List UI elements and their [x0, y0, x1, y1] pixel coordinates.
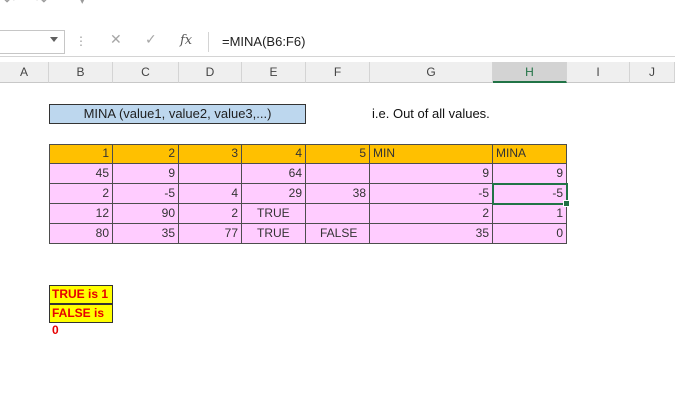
- min-result-cell[interactable]: 35: [370, 224, 493, 244]
- enter-icon[interactable]: ✓: [145, 32, 157, 48]
- mina-result-cell[interactable]: 0: [493, 224, 567, 244]
- table-header-cell[interactable]: MIN: [370, 144, 493, 164]
- column-header-e[interactable]: E: [242, 62, 306, 83]
- name-box-dropdown-icon[interactable]: [50, 37, 58, 42]
- table-cell[interactable]: 77: [179, 224, 242, 244]
- mina-result-cell[interactable]: 9: [493, 164, 567, 184]
- table-cell[interactable]: 38: [306, 184, 370, 204]
- table-cell[interactable]: FALSE: [306, 224, 370, 244]
- mina-syntax-box[interactable]: MINA (value1, value2, value3,...): [49, 104, 306, 124]
- table-cell[interactable]: 45: [49, 164, 113, 184]
- formula-bar-divider: [208, 32, 209, 52]
- table-cell[interactable]: 2: [49, 184, 113, 204]
- min-result-cell[interactable]: 2: [370, 204, 493, 224]
- table-cell[interactable]: 12: [49, 204, 113, 224]
- true-note[interactable]: TRUE is 1: [49, 285, 113, 304]
- min-result-cell[interactable]: -5: [370, 184, 493, 204]
- table-cell[interactable]: 2: [179, 204, 242, 224]
- table-cell[interactable]: 29: [242, 184, 306, 204]
- false-note[interactable]: FALSE is 0: [49, 304, 113, 337]
- table-cell[interactable]: -5: [113, 184, 179, 204]
- table-header-cell[interactable]: MINA: [493, 144, 567, 164]
- insert-function-button[interactable]: fx: [180, 33, 192, 48]
- quick-access-toolbar: ↶ ↷ ▾: [0, 0, 675, 28]
- column-header-c[interactable]: C: [113, 62, 179, 83]
- formula-bar: ⋮ ✕ ✓ fx =MINA(B6:F6): [0, 28, 675, 57]
- table-header-cell[interactable]: 2: [113, 144, 179, 164]
- column-header-j[interactable]: J: [630, 62, 675, 83]
- table-cell[interactable]: [179, 164, 242, 184]
- column-header-g[interactable]: G: [370, 62, 493, 83]
- table-header-cell[interactable]: 3: [179, 144, 242, 164]
- table-cell[interactable]: 4: [179, 184, 242, 204]
- table-cell[interactable]: [306, 164, 370, 184]
- column-header-b[interactable]: B: [49, 62, 113, 83]
- min-result-cell[interactable]: 9: [370, 164, 493, 184]
- table-cell[interactable]: [306, 204, 370, 224]
- column-header-a[interactable]: A: [0, 62, 49, 83]
- undo-icon[interactable]: ↶: [4, 0, 15, 9]
- formula-bar-grip-icon[interactable]: ⋮: [75, 34, 87, 48]
- mina-result-cell[interactable]: -5: [493, 184, 567, 204]
- cancel-icon[interactable]: ✕: [110, 32, 122, 48]
- note-text[interactable]: i.e. Out of all values.: [372, 106, 490, 121]
- table-cell[interactable]: 9: [113, 164, 179, 184]
- column-header-h[interactable]: H: [493, 62, 567, 83]
- mina-result-cell[interactable]: 1: [493, 204, 567, 224]
- table-cell[interactable]: 90: [113, 204, 179, 224]
- table-cell[interactable]: 64: [242, 164, 306, 184]
- table-header-cell[interactable]: 4: [242, 144, 306, 164]
- customize-toolbar-icon[interactable]: ▾: [80, 0, 85, 7]
- name-box[interactable]: [0, 30, 65, 54]
- table-cell[interactable]: 35: [113, 224, 179, 244]
- table-cell[interactable]: 80: [49, 224, 113, 244]
- formula-input[interactable]: =MINA(B6:F6): [222, 34, 305, 49]
- table-cell[interactable]: TRUE: [242, 224, 306, 244]
- table-header-cell[interactable]: 1: [49, 144, 113, 164]
- column-header-i[interactable]: I: [567, 62, 630, 83]
- redo-icon[interactable]: ↷: [36, 0, 47, 9]
- column-header-d[interactable]: D: [179, 62, 242, 83]
- table-cell[interactable]: TRUE: [242, 204, 306, 224]
- column-header-f[interactable]: F: [306, 62, 370, 83]
- table-header-cell[interactable]: 5: [306, 144, 370, 164]
